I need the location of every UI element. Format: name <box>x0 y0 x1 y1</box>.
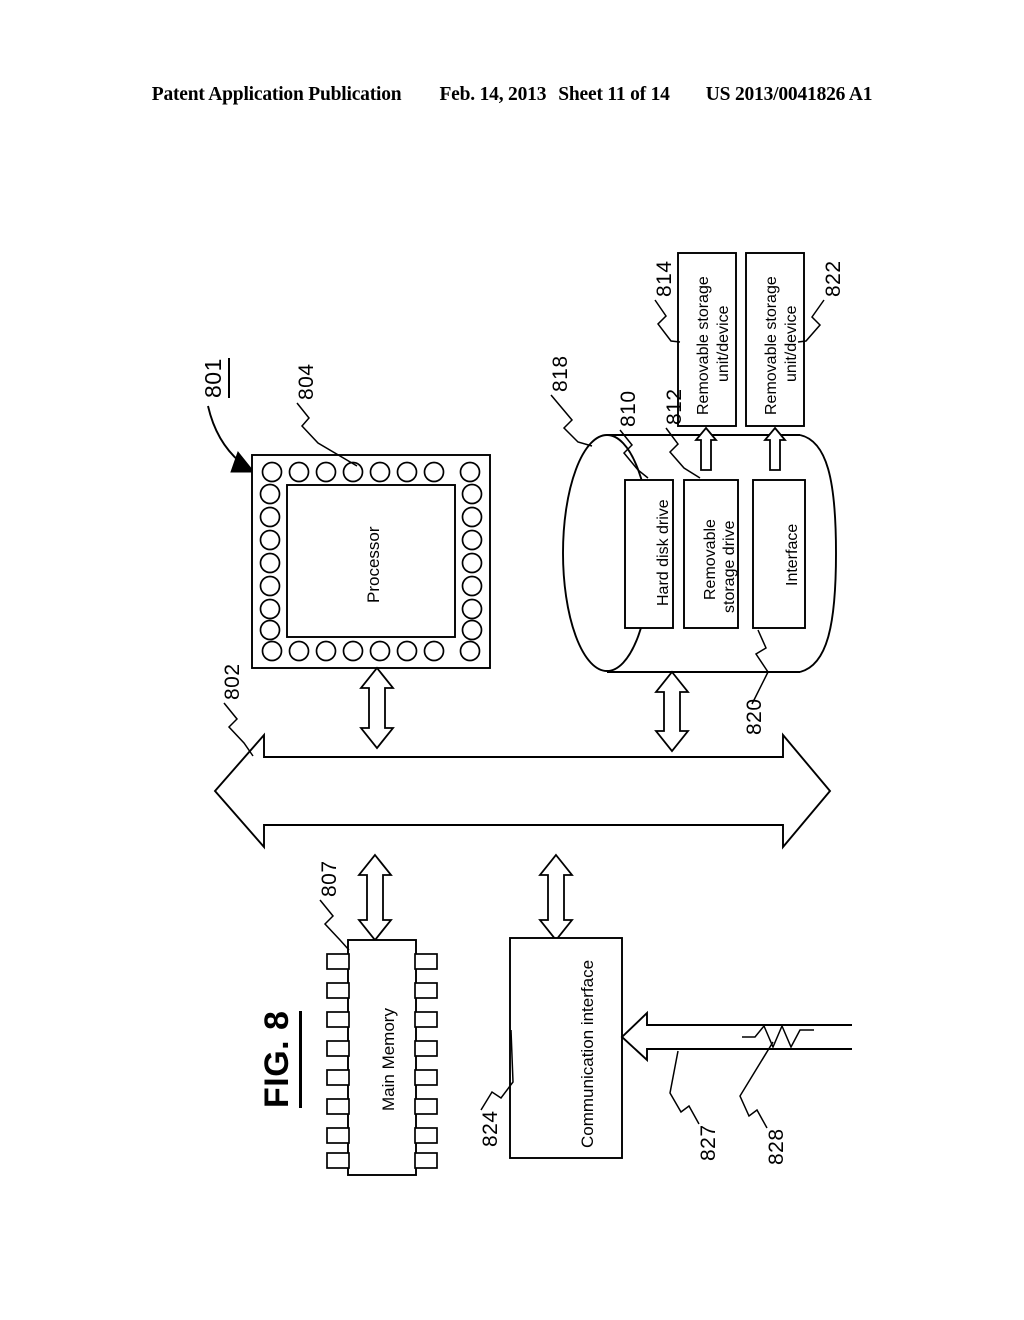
figure-title: FIG. 8 <box>258 1010 302 1108</box>
leader-807 <box>319 899 350 951</box>
removable-storage-drive-label-line2: storage drive <box>721 520 738 614</box>
removable-storage-unit-2-label-line2: unit/device <box>783 305 800 383</box>
ref-820: 820 <box>743 698 766 735</box>
ref-810: 810 <box>617 390 640 427</box>
arrow-bus-secondary-memory <box>654 670 690 753</box>
ref-818: 818 <box>549 355 572 392</box>
ref-827: 827 <box>697 1124 720 1161</box>
ref-807: 807 <box>318 860 341 897</box>
ref-801: 801 <box>200 358 230 398</box>
leader-814 <box>654 299 681 343</box>
removable-storage-unit-1-label-line2: unit/device <box>715 305 732 383</box>
ref-828: 828 <box>765 1128 788 1165</box>
ref-802: 802 <box>221 663 244 700</box>
interface-label: Interface <box>784 523 801 586</box>
communications-path <box>620 1010 852 1063</box>
leader-802 <box>223 702 254 757</box>
hard-disk-drive-label: Hard disk drive <box>655 499 672 606</box>
communication-interface-label: Communication interface <box>578 959 597 1148</box>
leader-820 <box>751 629 769 705</box>
leader-827 <box>669 1050 700 1125</box>
removable-storage-unit-1-label-line1: Removable storage <box>695 276 712 415</box>
ref-822: 822 <box>822 260 845 297</box>
ref-824: 824 <box>479 1110 502 1147</box>
figure-8-drawing: .ln { fill:none; stroke:#000; stroke-wid… <box>0 0 1024 1320</box>
main-memory-label: Main Memory <box>379 1008 398 1111</box>
ref-804: 804 <box>295 363 318 400</box>
leader-824 <box>480 1029 514 1111</box>
system-bus <box>213 732 832 850</box>
leader-810 <box>619 429 649 479</box>
figure-vector-layer: .ln { fill:none; stroke:#000; stroke-wid… <box>207 252 852 1176</box>
ref-814: 814 <box>653 260 676 297</box>
leader-828 <box>739 1041 774 1129</box>
ref-812: 812 <box>663 388 686 425</box>
processor-label: Processor <box>364 526 383 603</box>
removable-storage-drive-label-line1: Removable <box>702 519 719 600</box>
arrow-bus-main-memory <box>357 853 393 942</box>
leader-818 <box>550 394 593 447</box>
system-pointer-801 <box>207 405 256 473</box>
arrow-bus-processor <box>359 666 395 750</box>
arrow-bus-communication-interface <box>538 853 574 942</box>
communication-interface-block <box>509 937 623 1159</box>
removable-storage-unit-2-label-line1: Removable storage <box>763 276 780 415</box>
